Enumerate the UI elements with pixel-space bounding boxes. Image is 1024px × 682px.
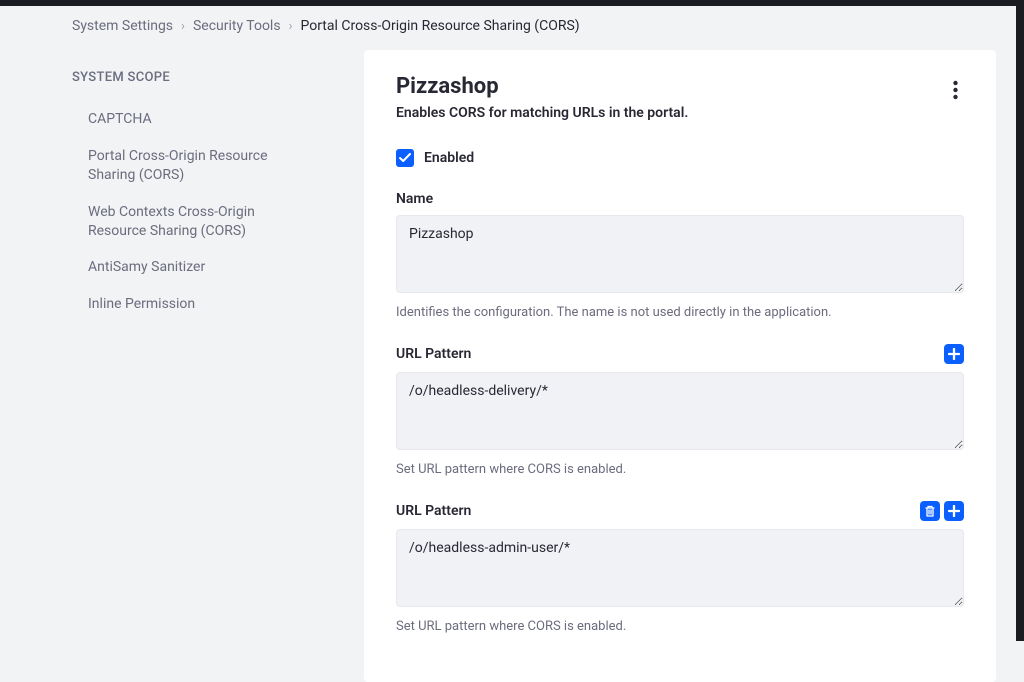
enabled-label: Enabled <box>424 150 474 166</box>
add-url-pattern-button[interactable] <box>944 344 964 364</box>
sidebar-item-web-contexts-cors[interactable]: Web Contexts Cross-Origin Resource Shari… <box>72 194 316 250</box>
sidebar-group-title: SYSTEM SCOPE <box>72 70 316 85</box>
plus-icon <box>948 505 960 517</box>
name-field-group: Name Identifies the configuration. The n… <box>396 191 964 320</box>
plus-icon <box>948 348 960 360</box>
sidebar-item-antisamy[interactable]: AntiSamy Sanitizer <box>72 249 316 286</box>
trash-icon <box>924 505 936 517</box>
page-title: Pizzashop <box>396 74 688 99</box>
delete-url-pattern-button[interactable] <box>920 501 940 521</box>
url-pattern-field-group-1: URL Pattern Set URL pattern where CO <box>396 501 964 634</box>
sidebar-item-captcha[interactable]: CAPTCHA <box>72 101 316 138</box>
url-pattern-helper-0: Set URL pattern where CORS is enabled. <box>396 462 964 477</box>
breadcrumb-item-security-tools[interactable]: Security Tools <box>193 18 281 34</box>
breadcrumb-item-system-settings[interactable]: System Settings <box>72 18 173 34</box>
url-pattern-input-1[interactable] <box>396 529 964 607</box>
main-panel: Pizzashop Enables CORS for matching URLs… <box>364 50 996 682</box>
sidebar-item-portal-cors[interactable]: Portal Cross-Origin Resource Sharing (CO… <box>72 138 316 194</box>
right-dark-gutter <box>1016 0 1024 641</box>
sidebar: SYSTEM SCOPE CAPTCHA Portal Cross-Origin… <box>0 46 340 682</box>
actions-menu-button[interactable] <box>947 74 964 106</box>
check-icon <box>399 153 411 163</box>
name-input[interactable] <box>396 215 964 293</box>
enabled-row: Enabled <box>396 149 964 167</box>
sidebar-item-inline-permission[interactable]: Inline Permission <box>72 286 316 323</box>
url-pattern-label: URL Pattern <box>396 346 471 362</box>
chevron-right-icon: › <box>289 19 293 34</box>
enabled-checkbox[interactable] <box>396 149 414 167</box>
chevron-right-icon: › <box>181 19 185 34</box>
url-pattern-field-group-0: URL Pattern Set URL pattern where CORS i… <box>396 344 964 477</box>
breadcrumb-item-current: Portal Cross-Origin Resource Sharing (CO… <box>300 18 579 34</box>
add-url-pattern-button[interactable] <box>944 501 964 521</box>
name-label: Name <box>396 191 433 207</box>
breadcrumb: System Settings › Security Tools › Porta… <box>0 6 1024 46</box>
name-helper-text: Identifies the configuration. The name i… <box>396 305 964 320</box>
url-pattern-input-0[interactable] <box>396 372 964 450</box>
url-pattern-label: URL Pattern <box>396 503 471 519</box>
vertical-ellipsis-icon <box>953 80 958 100</box>
page-subtitle: Enables CORS for matching URLs in the po… <box>396 105 688 121</box>
url-pattern-helper-1: Set URL pattern where CORS is enabled. <box>396 619 964 634</box>
main-header: Pizzashop Enables CORS for matching URLs… <box>396 74 964 121</box>
